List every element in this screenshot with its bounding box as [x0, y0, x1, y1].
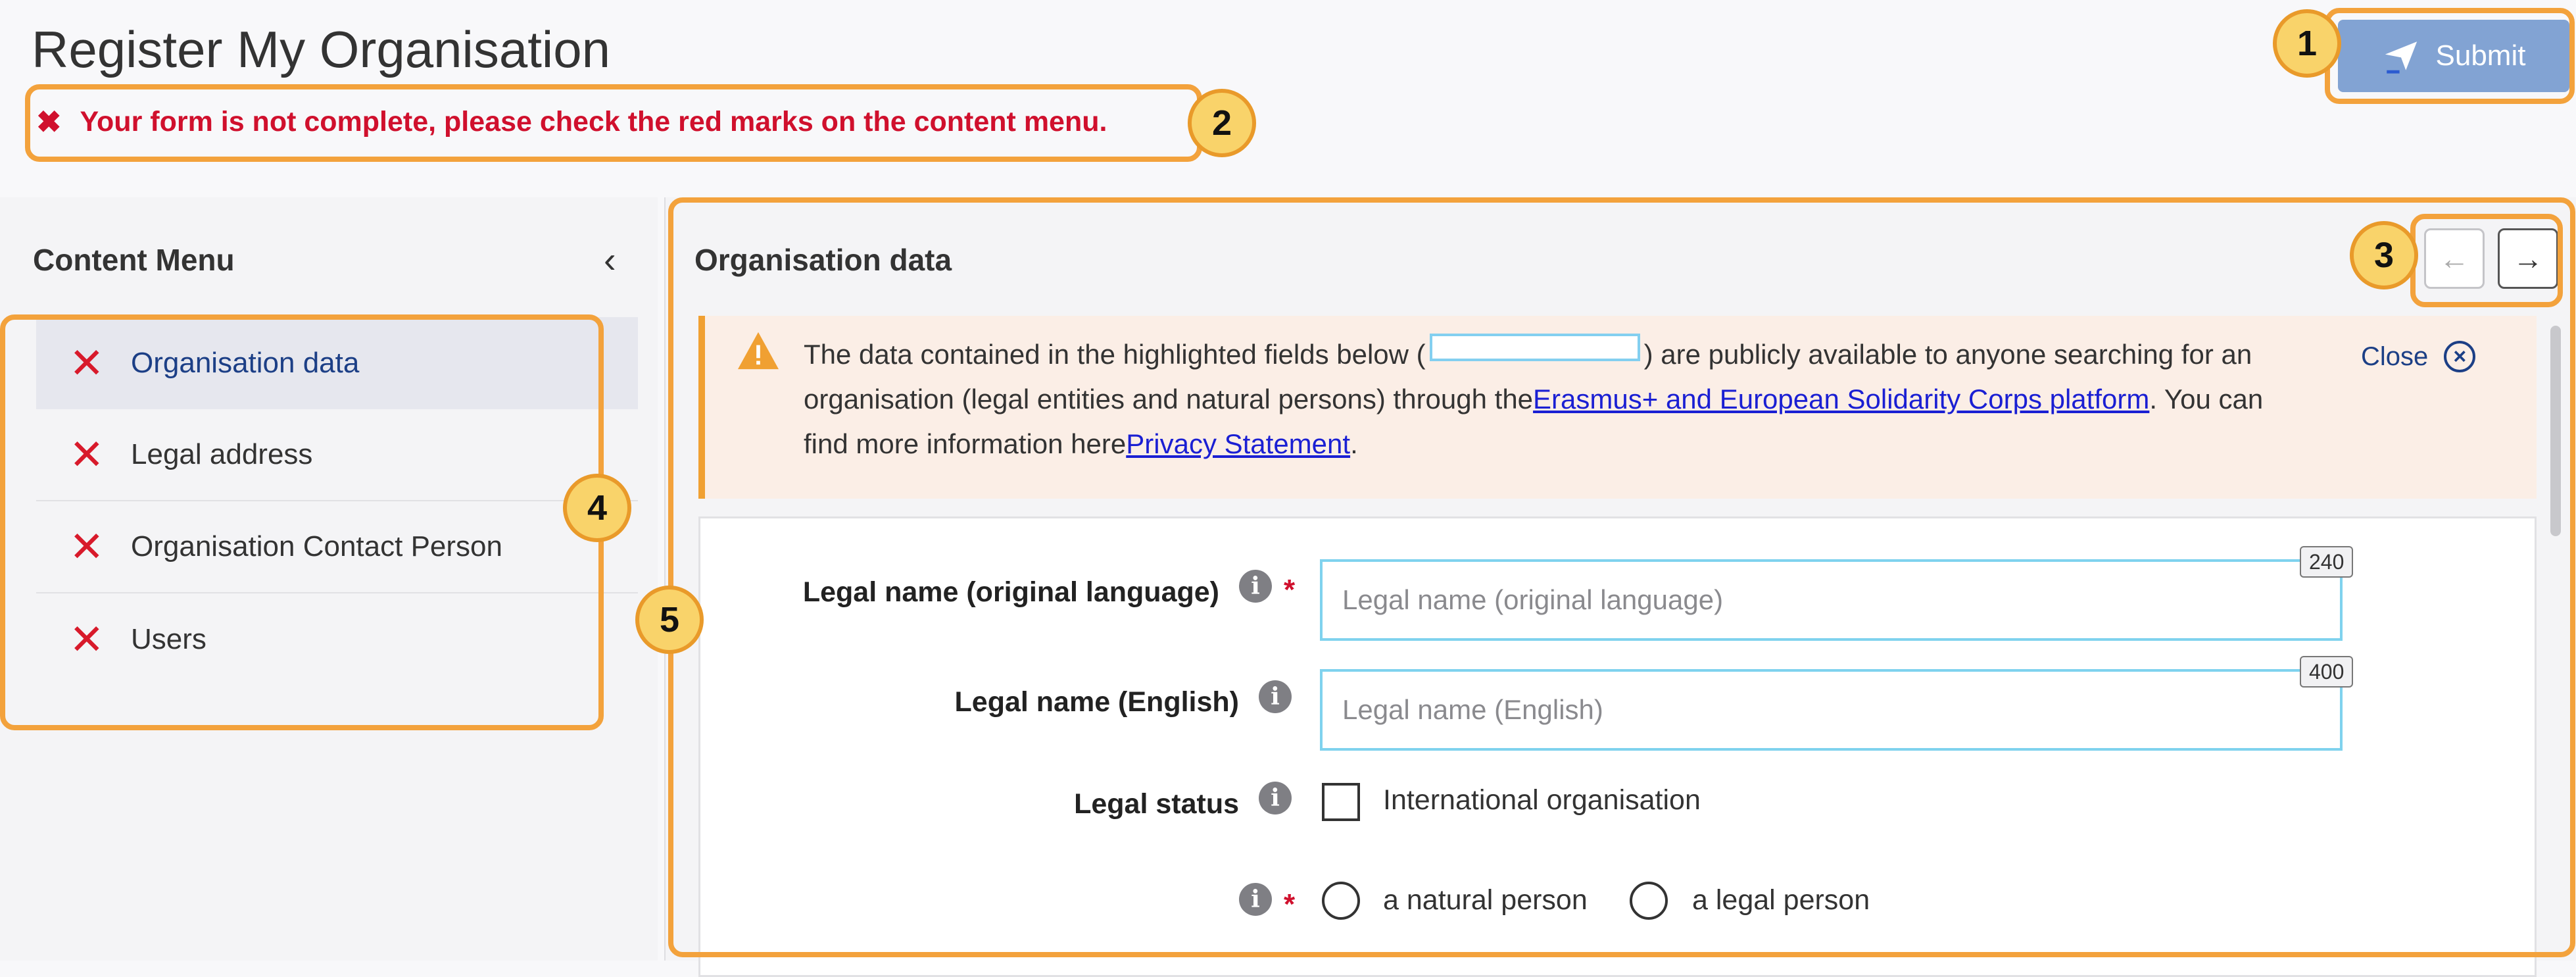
- callout-badge: 2: [1188, 89, 1256, 157]
- callout-badge: 4: [563, 474, 631, 542]
- callout-box-menu: [0, 314, 604, 730]
- callout-box-error: [25, 84, 1202, 162]
- collapse-chevron-left-icon[interactable]: ‹: [604, 238, 616, 281]
- page-title: Register My Organisation: [32, 20, 611, 78]
- callout-box-main: [668, 197, 2575, 957]
- callout-badge: 3: [2350, 221, 2418, 289]
- content-menu-title: Content Menu: [33, 243, 235, 277]
- callout-badge: 1: [2273, 9, 2341, 78]
- callout-box-submit: [2325, 8, 2575, 104]
- callout-badge: 5: [635, 586, 704, 654]
